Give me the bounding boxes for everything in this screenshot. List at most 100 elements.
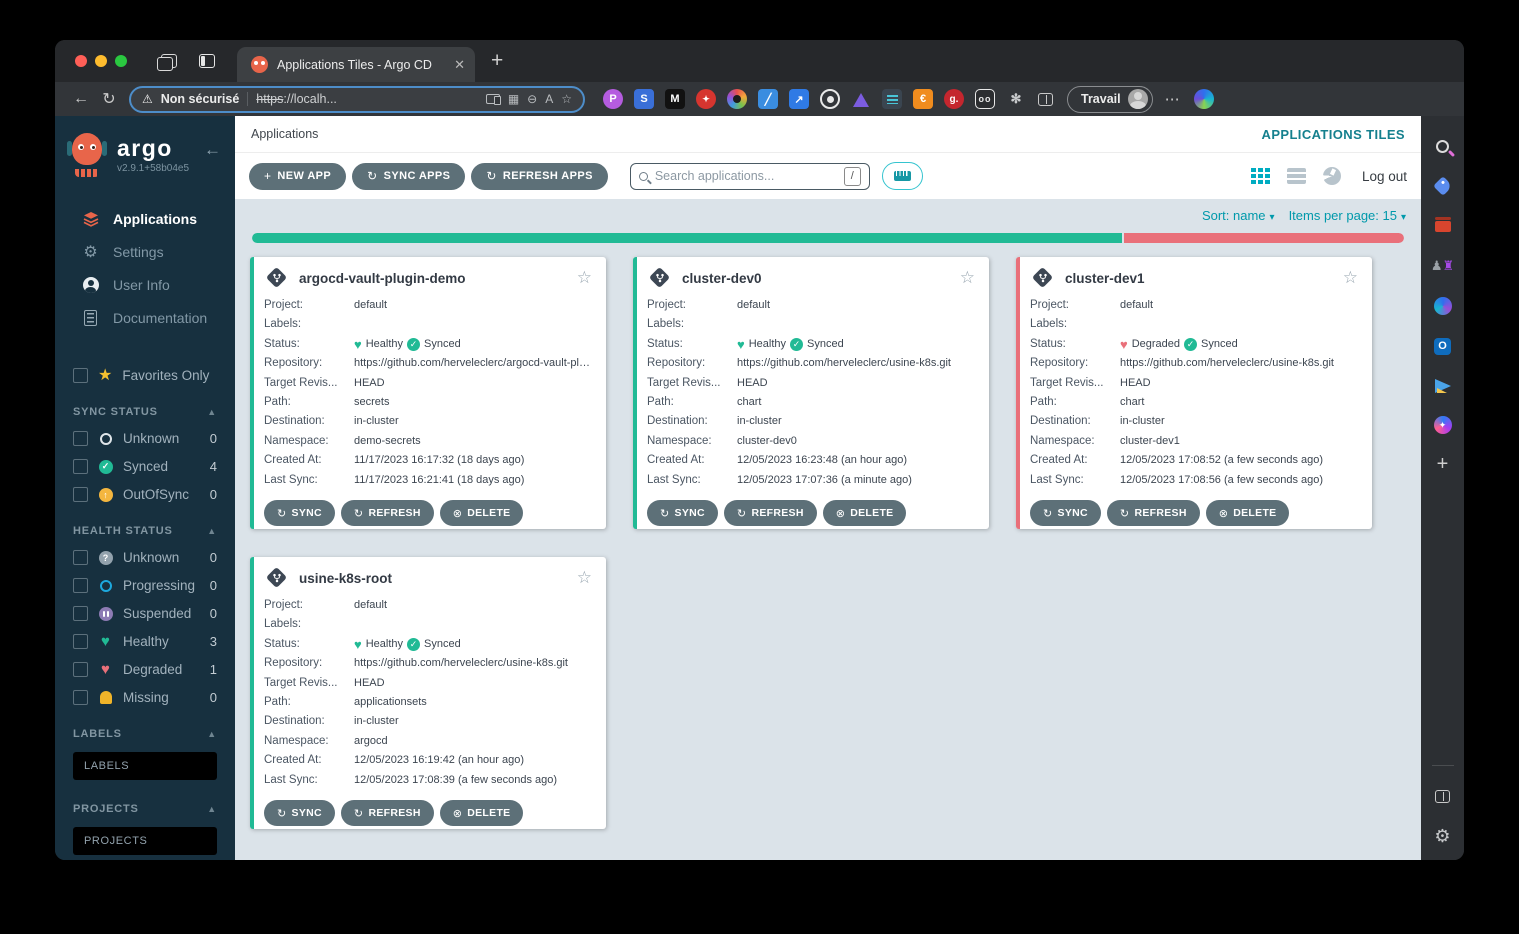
s-extension-icon[interactable]: S <box>634 89 654 109</box>
profile-button[interactable]: Travail <box>1067 86 1153 113</box>
sidebar-item-user-info[interactable]: User Info <box>55 268 235 301</box>
delete-button[interactable]: ⊗DELETE <box>440 500 524 526</box>
collapse-section-icon[interactable]: ▲ <box>207 526 217 536</box>
new-tab-button[interactable]: + <box>491 49 503 73</box>
checkbox[interactable] <box>73 459 88 474</box>
sync-button[interactable]: ↻SYNC <box>1030 500 1101 526</box>
address-bar[interactable]: ⚠ Non sécurisé https://localh... ▦ ⊖ A ☆ <box>129 86 585 113</box>
m365-copilot-icon[interactable] <box>1433 296 1453 316</box>
collapse-section-icon[interactable]: ▲ <box>207 729 217 739</box>
sync-value[interactable]: Synced <box>1201 335 1238 354</box>
apps-grid-icon[interactable]: ▦ <box>508 92 519 106</box>
sidebar-item-applications[interactable]: Applications <box>55 202 235 235</box>
reload-button[interactable]: ↻ <box>95 89 123 109</box>
refresh-button[interactable]: ↻REFRESH <box>341 500 434 526</box>
sync-value[interactable]: Synced <box>807 335 844 354</box>
breadcrumb[interactable]: Applications <box>251 127 318 141</box>
list-view-icon[interactable] <box>1287 168 1306 184</box>
sort-dropdown[interactable]: Sort: name▾ <box>1202 208 1275 223</box>
key-icon[interactable]: ╱ <box>758 89 778 109</box>
filter-missing[interactable]: Missing 0 <box>73 690 217 705</box>
checkbox[interactable] <box>73 634 88 649</box>
tab-close-icon[interactable]: ✕ <box>454 57 465 73</box>
app-name[interactable]: cluster-dev1 <box>1065 271 1343 286</box>
health-value[interactable]: Degraded <box>1132 335 1180 354</box>
sync-button[interactable]: ↻SYNC <box>264 800 335 826</box>
filter-synced[interactable]: ✓ Synced 4 <box>73 459 217 474</box>
grammar-icon[interactable]: g. <box>944 89 964 109</box>
favorite-star-icon[interactable]: ☆ <box>1343 268 1358 288</box>
browser-menu-button[interactable]: ⋯ <box>1165 90 1180 108</box>
favorite-star-icon[interactable]: ☆ <box>577 568 592 588</box>
summary-view-icon[interactable] <box>1323 167 1341 185</box>
filter-degraded[interactable]: ♥ Degraded 1 <box>73 662 217 677</box>
app-name[interactable]: usine-k8s-root <box>299 571 577 586</box>
send-to-device-icon[interactable] <box>486 94 500 104</box>
repository-value[interactable]: https://github.com/herveleclerc/usine-k8… <box>354 654 592 673</box>
refresh-button[interactable]: ↻REFRESH <box>724 500 817 526</box>
repository-value[interactable]: https://github.com/herveleclerc/usine-k8… <box>1120 354 1358 373</box>
workspaces-icon[interactable] <box>161 54 177 68</box>
games-icon[interactable]: ♟♜ <box>1433 256 1453 276</box>
read-aloud-icon[interactable]: A <box>545 92 553 106</box>
health-status-header[interactable]: HEALTH STATUS ▲ <box>73 525 217 537</box>
paper-plane-icon[interactable] <box>1433 376 1453 396</box>
health-value[interactable]: Healthy <box>749 335 786 354</box>
back-button[interactable]: ← <box>67 90 95 108</box>
flower-icon[interactable]: ✻ <box>1006 89 1026 109</box>
favorite-page-icon[interactable]: ☆ <box>561 92 572 106</box>
checkbox[interactable] <box>73 662 88 677</box>
resize-icon[interactable]: ↗ <box>789 89 809 109</box>
medium-icon[interactable]: M <box>665 89 685 109</box>
copilot-icon[interactable] <box>1194 89 1214 109</box>
delete-button[interactable]: ⊗DELETE <box>1206 500 1290 526</box>
refresh-button[interactable]: ↻REFRESH <box>1107 500 1200 526</box>
flag-icon[interactable] <box>882 89 902 109</box>
items-per-page-dropdown[interactable]: Items per page: 15▾ <box>1289 208 1406 223</box>
filter-sync-unknown[interactable]: Unknown 0 <box>73 431 217 446</box>
filter-outofsync[interactable]: ↑ OutOfSync 0 <box>73 487 217 502</box>
euro-icon[interactable]: € <box>913 89 933 109</box>
sync-apps-button[interactable]: ↻ SYNC APPS <box>352 163 465 190</box>
toolbox-icon[interactable] <box>1433 216 1453 236</box>
repository-value[interactable]: https://github.com/herveleclerc/argocd-v… <box>354 354 592 373</box>
app-name[interactable]: argocd-vault-plugin-demo <box>299 271 577 286</box>
sync-value[interactable]: Synced <box>424 335 461 354</box>
close-window-button[interactable] <box>75 55 87 67</box>
hand-icon[interactable]: ✦ <box>696 89 716 109</box>
mountain-icon[interactable] <box>851 89 871 109</box>
sync-button[interactable]: ↻SYNC <box>647 500 718 526</box>
refresh-button[interactable]: ↻REFRESH <box>341 800 434 826</box>
filter-suspended[interactable]: Suspended 0 <box>73 606 217 621</box>
refresh-apps-button[interactable]: ↻ REFRESH APPS <box>471 163 607 190</box>
checkbox[interactable] <box>73 431 88 446</box>
vertical-tabs-icon[interactable] <box>199 54 215 68</box>
labels-header[interactable]: LABELS ▲ <box>73 728 217 740</box>
favorite-star-icon[interactable]: ☆ <box>960 268 975 288</box>
search-input[interactable] <box>655 169 837 183</box>
projects-filter-input[interactable] <box>73 827 217 855</box>
split-screen-icon[interactable] <box>1038 93 1053 106</box>
zoom-window-button[interactable] <box>115 55 127 67</box>
padlet-icon[interactable]: P <box>603 89 623 109</box>
health-value[interactable]: Healthy <box>366 635 403 654</box>
collapse-section-icon[interactable]: ▲ <box>207 804 217 814</box>
security-label[interactable]: Non sécurisé <box>161 92 240 106</box>
collapse-section-icon[interactable]: ▲ <box>207 407 217 417</box>
projects-header[interactable]: PROJECTS ▲ <box>73 803 217 815</box>
labels-filter-input[interactable] <box>73 752 217 780</box>
app-tile-cluster-dev1[interactable]: cluster-dev1 ☆ Project:default Labels: S… <box>1016 257 1372 529</box>
sync-status-header[interactable]: SYNC STATUS ▲ <box>73 406 217 418</box>
sync-value[interactable]: Synced <box>424 635 461 654</box>
color-wheel-icon[interactable] <box>727 89 747 109</box>
collapse-sidebar-icon[interactable]: ← <box>204 140 221 178</box>
search-icon[interactable] <box>1433 136 1453 156</box>
new-app-button[interactable]: + NEW APP <box>249 163 346 190</box>
app-name[interactable]: cluster-dev0 <box>682 271 960 286</box>
sync-button[interactable]: ↻SYNC <box>264 500 335 526</box>
health-value[interactable]: Healthy <box>366 335 403 354</box>
add-sidebar-item-button[interactable]: + <box>1433 454 1453 474</box>
minimize-window-button[interactable] <box>95 55 107 67</box>
sidebar-item-documentation[interactable]: Documentation <box>55 301 235 334</box>
checkbox[interactable] <box>73 550 88 565</box>
